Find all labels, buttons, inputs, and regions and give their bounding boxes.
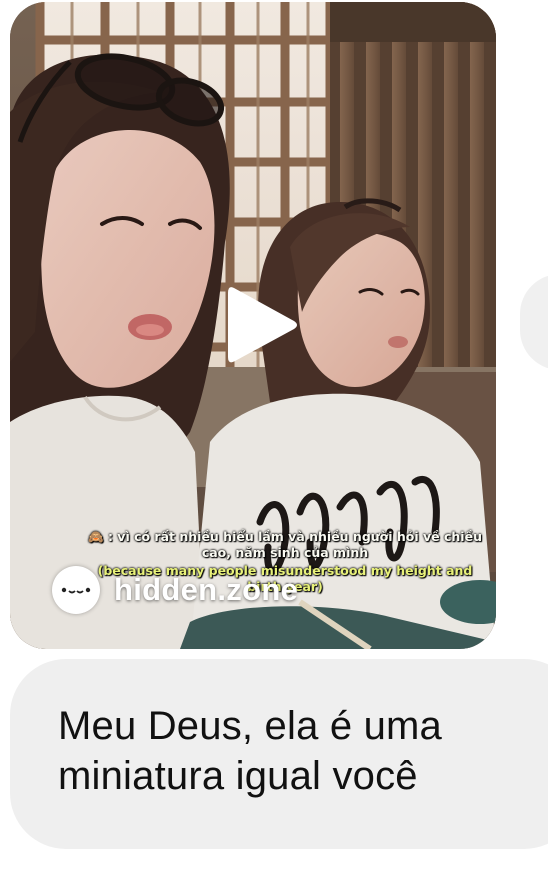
subtitle-vietnamese: 🙈 : vì có rất nhiều hiểu lầm và nhiều ng…	[88, 529, 482, 560]
watermark: hidden.zone	[52, 566, 298, 614]
play-button[interactable]	[222, 282, 302, 368]
face-icon	[61, 587, 91, 594]
play-icon	[228, 287, 297, 363]
message-bubble[interactable]: Meu Deus, ela é uma miniatura igual você	[10, 659, 548, 849]
message-text: Meu Deus, ela é uma miniatura igual você	[58, 704, 442, 798]
watermark-avatar	[52, 566, 100, 614]
reaction-bubble[interactable]	[520, 274, 548, 370]
chat-screen: 🙈 : vì có rất nhiều hiểu lầm và nhiều ng…	[0, 0, 548, 890]
video-message[interactable]: 🙈 : vì có rất nhiều hiểu lầm và nhiều ng…	[10, 2, 496, 649]
watermark-text: hidden.zone	[114, 572, 299, 607]
